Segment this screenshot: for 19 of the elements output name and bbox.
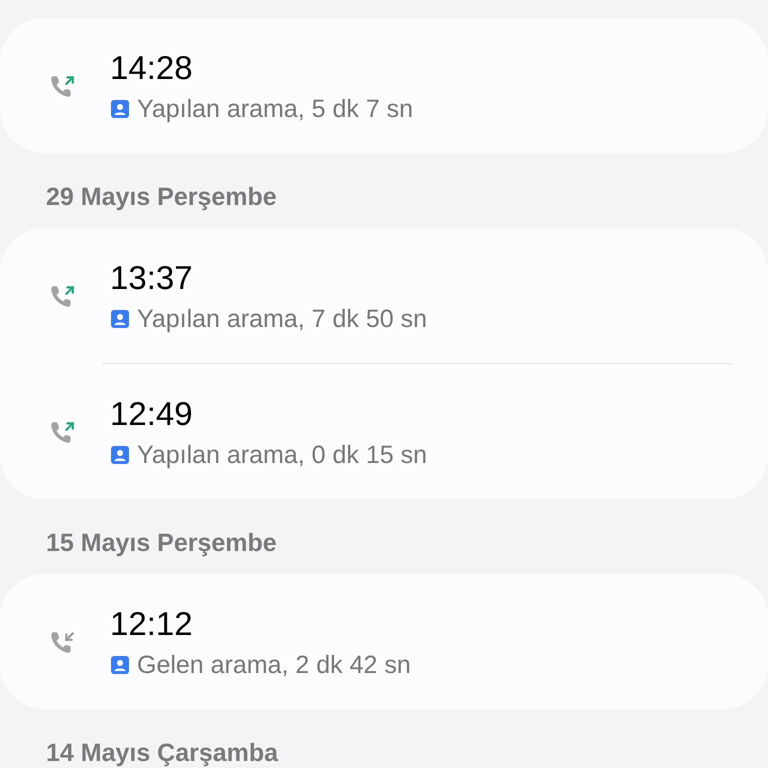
date-header: 29 Mayıs Perşembe: [46, 182, 277, 214]
contact-icon: [110, 444, 130, 464]
date-header: 14 Mayıs Çarşamba: [46, 738, 278, 768]
call-time: 14:28: [110, 48, 194, 88]
call-row[interactable]: 12:12 Gelen arama, 2 dk 42 sn: [0, 574, 768, 709]
call-detail: Gelen arama, 2 dk 42 sn: [137, 650, 411, 680]
contact-icon: [110, 98, 130, 118]
call-time: 12:49: [110, 394, 194, 434]
contact-icon: [110, 308, 130, 328]
call-time: 13:37: [110, 258, 194, 298]
call-row[interactable]: 14:28 Yapılan arama, 5 dk 7 sn: [0, 18, 768, 153]
call-row[interactable]: 12:49 Yapılan arama, 0 dk 15 sn: [0, 364, 768, 499]
date-header: 15 Mayıs Perşembe: [46, 528, 277, 560]
call-detail: Yapılan arama, 7 dk 50 sn: [137, 304, 427, 334]
call-detail: Yapılan arama, 0 dk 15 sn: [137, 440, 427, 470]
call-detail: Yapılan arama, 5 dk 7 sn: [137, 94, 414, 124]
call-time: 12:12: [110, 604, 194, 644]
call-row[interactable]: 13:37 Yapılan arama, 7 dk 50 sn: [0, 228, 768, 363]
contact-icon: [110, 654, 130, 674]
